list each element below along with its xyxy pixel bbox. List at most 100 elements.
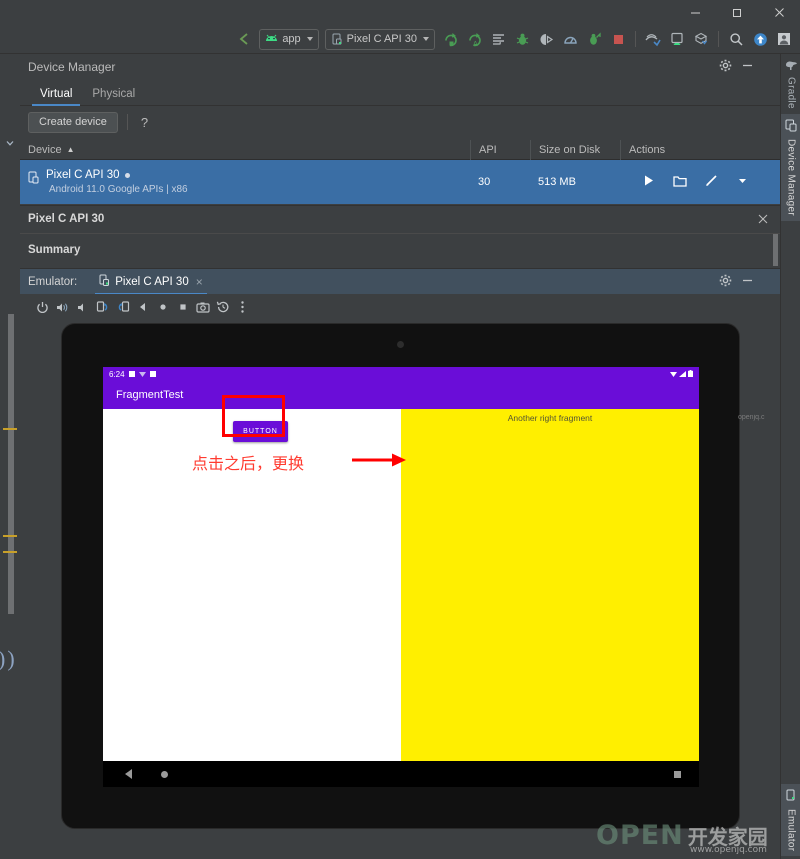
rail-tab-gradle[interactable]: Gradle (781, 54, 800, 114)
help-icon[interactable]: ? (137, 115, 152, 130)
column-header-device-label: Device (28, 143, 62, 156)
emulator-tab[interactable]: Pixel C API 30 × (95, 269, 207, 295)
gear-icon[interactable] (719, 274, 732, 290)
rotate-left-icon[interactable] (94, 299, 111, 316)
close-icon[interactable] (758, 212, 768, 227)
logcat-icon[interactable] (487, 28, 509, 50)
stop-icon[interactable] (607, 28, 629, 50)
left-editor-gutter: )) (0, 54, 20, 859)
volume-up-icon[interactable] (54, 299, 71, 316)
gutter-marker (3, 535, 17, 537)
search-icon[interactable] (725, 28, 747, 50)
row-device-cell: Pixel C API 30 Android 11.0 Google APIs … (20, 169, 470, 195)
emulator-panel-label: Emulator: (28, 275, 78, 288)
gear-icon[interactable] (719, 59, 732, 75)
profiler-icon[interactable] (559, 28, 581, 50)
tab-virtual-label: Virtual (40, 88, 73, 100)
play-icon[interactable] (642, 174, 655, 190)
table-row[interactable]: Pixel C API 30 Android 11.0 Google APIs … (20, 160, 780, 204)
row-api-cell: 30 (478, 176, 491, 188)
back-icon[interactable] (134, 299, 151, 316)
wifi-signal-icon (670, 370, 677, 379)
column-header-api-label: API (479, 143, 497, 156)
watermark-small: openjq.c (738, 414, 765, 421)
summary-label: Summary (28, 243, 81, 256)
home-icon[interactable] (154, 299, 171, 316)
rotate-right-icon[interactable] (114, 299, 131, 316)
overview-icon[interactable] (174, 299, 191, 316)
folder-icon[interactable] (673, 175, 687, 190)
rail-tab-emulator[interactable]: Emulator (781, 784, 800, 857)
column-header-api[interactable]: API (470, 139, 530, 160)
hide-panel-icon[interactable] (741, 59, 754, 75)
device-manager-tabs: Virtual Physical (20, 80, 780, 106)
gutter-scroll-track[interactable] (8, 314, 14, 614)
close-icon[interactable]: × (196, 275, 203, 289)
right-fragment: Another right fragment (401, 409, 699, 761)
emulator-icon (785, 789, 798, 805)
sort-ascending-icon: ▲ (66, 145, 75, 154)
edit-pencil-icon[interactable] (705, 174, 718, 190)
screenshot-camera-icon[interactable] (194, 299, 211, 316)
window-title-bar (0, 0, 800, 25)
app-bar: FragmentTest (103, 381, 699, 409)
column-header-device[interactable]: Device ▲ (20, 140, 470, 160)
device-detail-title: Pixel C API 30 (28, 212, 105, 225)
emulator-panel-header: Emulator: Pixel C API 30 × (20, 268, 780, 295)
device-target-selector[interactable]: Pixel C API 30 (324, 28, 435, 50)
update-icon[interactable] (749, 28, 771, 50)
minimize-button[interactable] (674, 0, 716, 25)
right-tool-rail: Gradle Device Manager Emulator (780, 54, 800, 859)
sync-gradle-icon[interactable] (642, 28, 664, 50)
chevron-down-icon (306, 37, 313, 41)
device-frame: 6:24 FragmentTest BUTTON Another right f… (61, 323, 740, 829)
home-circle-icon[interactable] (161, 770, 168, 778)
android-nav-bar (103, 761, 699, 787)
avd-manager-icon[interactable] (666, 28, 688, 50)
back-arrow-icon[interactable] (233, 28, 255, 50)
watermark-primary: OPEN (596, 820, 684, 851)
column-header-actions-label: Actions (629, 143, 666, 156)
row-device-name: Pixel C API 30 (46, 169, 188, 181)
device-manager-toolbar: Create device ? (20, 108, 780, 136)
close-button[interactable] (758, 0, 800, 25)
tab-virtual[interactable]: Virtual (30, 85, 82, 106)
run-with-coverage-icon[interactable] (583, 28, 605, 50)
account-avatar-icon[interactable] (773, 28, 795, 50)
run-icon[interactable] (439, 28, 461, 50)
attach-debugger-icon[interactable] (535, 28, 557, 50)
device-screen[interactable]: 6:24 FragmentTest BUTTON Another right f… (103, 367, 699, 787)
virtual-device-icon (28, 171, 40, 187)
chevron-down-icon[interactable] (736, 174, 749, 190)
hide-panel-icon[interactable] (741, 274, 754, 290)
toolbar-divider (126, 114, 128, 130)
create-device-label: Create device (39, 116, 107, 128)
android-status-bar: 6:24 (103, 367, 699, 381)
emulator-tab-label: Pixel C API 30 (115, 275, 189, 288)
main-toolbar: app Pixel C API 30 A (0, 25, 800, 54)
debug-bug-icon[interactable] (511, 28, 533, 50)
notification-icon (128, 371, 135, 377)
run-configuration-selector[interactable]: app (259, 28, 319, 50)
column-header-actions[interactable]: Actions (620, 139, 780, 160)
emulator-toolbar (20, 294, 780, 320)
detail-scrollbar[interactable] (773, 234, 778, 266)
power-icon[interactable] (34, 299, 51, 316)
gradle-elephant-icon (785, 59, 798, 73)
android-head-icon (266, 34, 278, 41)
restore-button[interactable] (716, 0, 758, 25)
tab-physical[interactable]: Physical (82, 85, 145, 105)
device-detail-summary: Summary (20, 233, 780, 265)
history-icon[interactable] (214, 299, 231, 316)
rail-tab-device-manager-label: Device Manager (785, 139, 797, 217)
back-triangle-icon[interactable] (125, 769, 132, 779)
create-device-button[interactable]: Create device (28, 111, 118, 133)
rail-tab-device-manager[interactable]: Device Manager (781, 114, 800, 222)
recents-square-icon[interactable] (674, 770, 681, 778)
volume-down-icon[interactable] (74, 299, 91, 316)
debug-run-icon[interactable]: A (463, 28, 485, 50)
chevron-down-icon[interactable] (3, 136, 17, 150)
sdk-manager-icon[interactable] (690, 28, 712, 50)
column-header-size[interactable]: Size on Disk (530, 139, 620, 160)
more-vertical-icon[interactable] (234, 299, 251, 316)
